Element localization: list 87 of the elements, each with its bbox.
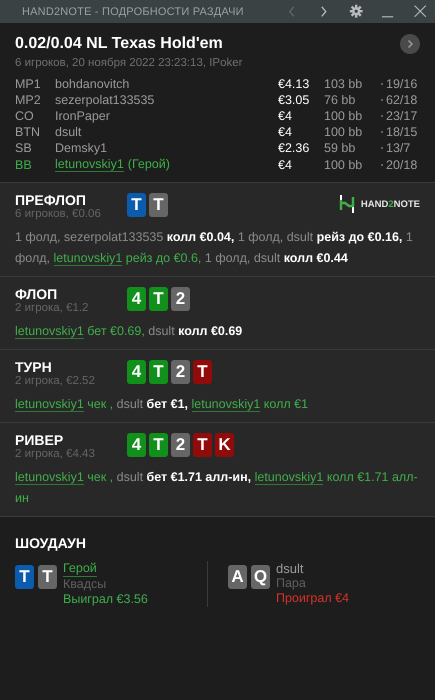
street-info: 2 игрока, €4.43 <box>15 448 96 460</box>
playing-card: 2 <box>171 433 190 457</box>
playing-card: T <box>127 193 146 217</box>
forward-button[interactable] <box>400 34 420 54</box>
player-link[interactable]: letunovskiy1 <box>54 251 122 266</box>
hero-label: (Герой) <box>128 157 170 172</box>
playing-card: 4 <box>127 287 146 311</box>
stack-amount: €4.13 <box>278 77 310 91</box>
stack-amount: €4 <box>278 158 293 172</box>
playing-card: K <box>215 433 234 457</box>
action-text: letunovskiy1 чек , dsult бет €1.71 алл-ин, letunovskiy1 колл €1.71 алл-ин <box>15 469 419 507</box>
street-title: ПРЕФЛОП <box>15 192 87 208</box>
playing-card: Q <box>251 565 270 589</box>
stack-amount: €4 <box>278 109 293 123</box>
playing-card: T <box>38 565 57 589</box>
player-name: bohdanovitch <box>55 77 130 91</box>
stack-bb: 100 bb <box>324 109 364 123</box>
player-position: CO <box>15 109 35 123</box>
player-stats: 62/18 <box>386 93 418 107</box>
chevron-left-icon <box>289 6 295 18</box>
stack-bb: 103 bb <box>324 77 364 91</box>
action-text: letunovskiy1 бет €0.69, dsult колл €0.69 <box>15 323 244 341</box>
player-position: MP1 <box>15 77 42 91</box>
playing-card: T <box>193 433 212 457</box>
player-position: MP2 <box>15 93 42 107</box>
showdown-title: ШОУДАУН <box>15 535 87 551</box>
hand-rank: Квадсы <box>63 577 106 592</box>
playing-card: T <box>149 193 168 217</box>
hand-title: 0.02/0.04 NL Texas Hold'em <box>15 35 224 53</box>
player-link[interactable]: letunovskiy1 <box>15 397 84 412</box>
logo-text: HAND2NOTE <box>360 198 420 210</box>
street-title: ФЛОП <box>15 286 58 302</box>
playing-card: T <box>149 360 168 384</box>
playing-card: 2 <box>171 287 190 311</box>
street-info: 6 игроков, €0.06 <box>15 208 102 220</box>
street-title: РИВЕР <box>15 432 64 448</box>
playing-card: 4 <box>127 360 146 384</box>
playing-card: 4 <box>127 433 146 457</box>
playing-card: 2 <box>171 360 190 384</box>
player-stats: 20/18 <box>386 158 418 172</box>
stack-amount: €2.36 <box>278 141 310 155</box>
player-link[interactable]: letunovskiy1 <box>15 324 84 339</box>
action-text: letunovskiy1 чек , dsult бет €1, letunovskiy1 колл €1 <box>15 396 310 414</box>
player-name: dsult <box>55 125 82 139</box>
player-stats: 19/16 <box>386 77 418 91</box>
playing-card: T <box>15 565 34 589</box>
player-stats: 13/7 <box>386 141 412 155</box>
stack-bb: 100 bb <box>324 158 364 172</box>
player-name: Demsky1 <box>55 141 108 155</box>
player-name: IronPaper <box>55 109 110 123</box>
playing-card: T <box>193 360 212 384</box>
player-position: BTN <box>15 125 41 139</box>
stack-amount: €4 <box>278 125 293 139</box>
player-link[interactable]: letunovskiy1 <box>254 470 324 485</box>
settings-icon <box>348 4 364 19</box>
player-stats: 23/17 <box>386 109 418 123</box>
player-position: BB <box>15 158 33 172</box>
stack-bb: 76 bb <box>324 93 356 107</box>
stack-bb: 59 bb <box>324 141 356 155</box>
logo-icon <box>338 194 355 214</box>
player-name: dsult <box>276 561 304 576</box>
minimize-icon <box>382 16 394 18</box>
playing-card: T <box>149 433 168 457</box>
chevron-right-icon <box>405 39 415 49</box>
player-link[interactable]: letunovskiy1 <box>15 470 84 485</box>
stack-bb: 100 bb <box>324 125 364 139</box>
hand-subtitle: 6 игроков, 20 ноября 2022 23:23:13, IPoker <box>15 57 244 69</box>
result-text: Проиграл €4 <box>276 591 350 606</box>
result-text: Выиграл €3.56 <box>63 592 148 607</box>
player-link[interactable]: letunovskiy1 <box>192 397 260 412</box>
close-icon <box>412 4 428 19</box>
action-text: 1 фолд, sezerpolat133535 колл €0.04, 1 фолд, dsult рейз до €0.16, 1 фолд, letunovskiy1 рейз до €0.6, 1 фолд, dsult колл €0.44 <box>15 229 414 268</box>
player-name: sezerpolat133535 <box>55 93 154 107</box>
hand-rank: Пара <box>276 576 306 591</box>
street-info: 2 игрока, €1.2 <box>15 302 90 314</box>
settings-button[interactable] <box>347 2 365 20</box>
player-link[interactable]: Герой <box>63 561 97 577</box>
playing-card: T <box>149 287 168 311</box>
chevron-right-icon <box>321 6 327 18</box>
street-info: 2 игрока, €2.52 <box>15 375 96 387</box>
player-position: SB <box>15 141 33 155</box>
player-link[interactable]: letunovskiy1 <box>55 157 124 172</box>
window-title: HAND2NOTE - ПОДРОБНОСТИ РАЗДАЧИ <box>22 6 245 18</box>
playing-card: A <box>228 565 247 589</box>
player-stats: 18/15 <box>386 125 418 139</box>
stack-amount: €3.05 <box>278 93 310 107</box>
street-title: ТУРН <box>15 359 53 375</box>
